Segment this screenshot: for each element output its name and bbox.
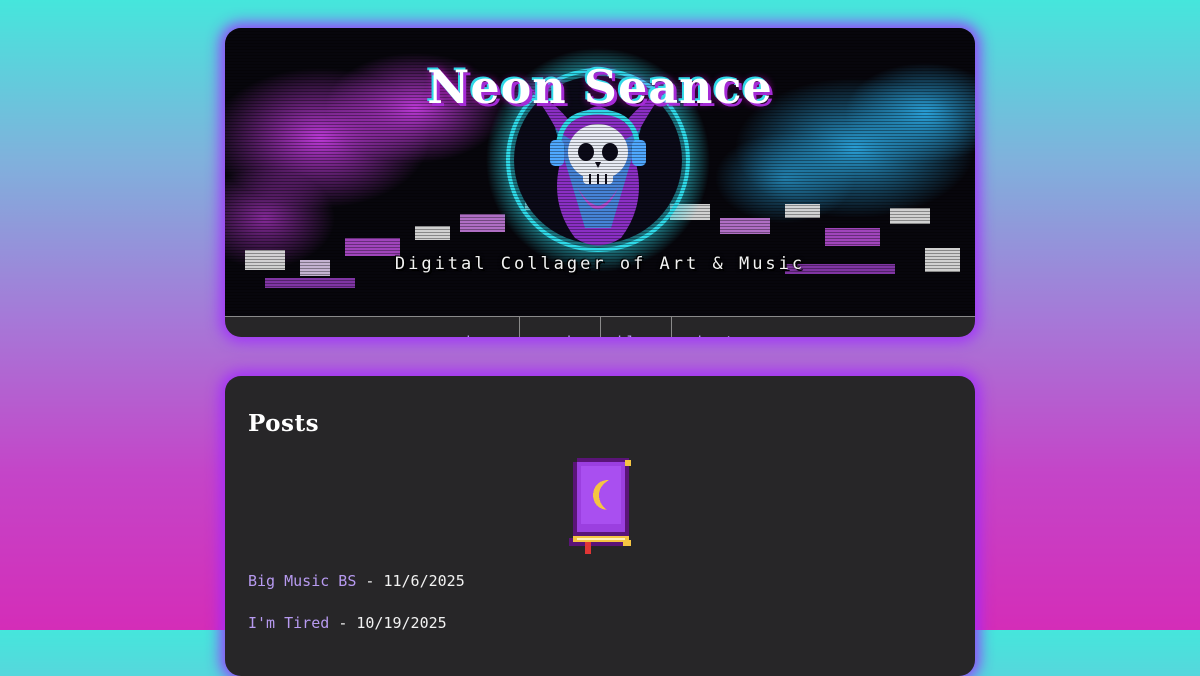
header-banner: Neon Seance Digital Collager of Art & Mu… [225, 28, 975, 316]
spellbook-moon-icon [565, 458, 637, 554]
post-list: Big Music BS - 11/6/2025 I'm Tired - 10/… [248, 572, 465, 656]
posts-heading: Posts [248, 410, 320, 437]
nav-home-link[interactable]: home [449, 317, 521, 337]
nav-about-link[interactable]: about [672, 317, 751, 338]
post-date: 11/6/2025 [383, 572, 465, 590]
post-separator: - [365, 572, 375, 590]
post-link[interactable]: I'm Tired [248, 614, 329, 632]
post-item: I'm Tired - 10/19/2025 [248, 614, 465, 656]
header-card: Neon Seance Digital Collager of Art & Mu… [225, 28, 975, 337]
site-title: Neon Seance [427, 60, 773, 114]
site-subtitle: Digital Collager of Art & Music [394, 254, 806, 274]
nav-blog-link[interactable]: blog [601, 317, 672, 337]
main-nav: home music blog about [225, 316, 975, 337]
post-separator: - [338, 614, 348, 632]
nav-music-link[interactable]: music [520, 317, 601, 337]
post-date: 10/19/2025 [356, 614, 447, 632]
posts-card: Posts Big Music BS - 11/6/2025 I'm Tired… [225, 376, 975, 676]
post-link[interactable]: Big Music BS [248, 572, 356, 590]
post-item: Big Music BS - 11/6/2025 [248, 572, 465, 614]
